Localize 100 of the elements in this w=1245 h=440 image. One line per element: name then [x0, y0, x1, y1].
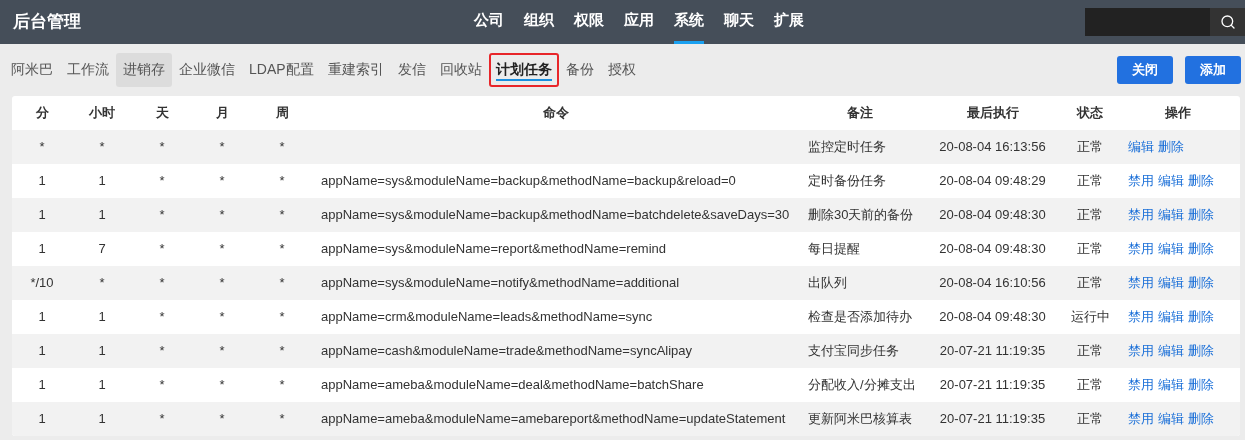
row-action-link[interactable]: 编辑 — [1158, 205, 1184, 225]
table-cell: * — [219, 411, 225, 427]
tab[interactable]: LDAP配置 — [242, 53, 321, 87]
table-cell: * — [279, 411, 285, 427]
table-cell: 20-08-04 09:48:30 — [939, 309, 1046, 325]
column-header: 小时 — [88, 104, 116, 123]
nav-link[interactable]: 系统 — [674, 0, 704, 44]
row-action-link[interactable]: 删除 — [1188, 375, 1214, 395]
table-cell: * — [159, 377, 165, 393]
row-action-link[interactable]: 禁用 — [1128, 409, 1154, 429]
table-cell: * — [279, 207, 285, 223]
table-cell: appName=sys&moduleName=report&methodName=remind — [321, 241, 667, 257]
row-action-link[interactable]: 禁用 — [1128, 307, 1154, 327]
table-cell: 每日提醒 — [808, 241, 860, 257]
table-cell: 正常 — [1077, 411, 1103, 427]
nav-link[interactable]: 组织 — [524, 0, 554, 44]
row-action-link[interactable]: 删除 — [1188, 205, 1214, 225]
table-cell: 正常 — [1077, 377, 1103, 393]
nav-link[interactable]: 权限 — [574, 0, 604, 44]
table-cell: * — [219, 343, 225, 359]
column-header: 周 — [274, 104, 290, 123]
table-cell: * — [159, 309, 165, 325]
table-cell: 1 — [38, 241, 46, 257]
table-cell: 20-08-04 16:10:56 — [939, 275, 1046, 291]
row-action-link[interactable]: 编辑 — [1158, 375, 1184, 395]
nav-link[interactable]: 公司 — [474, 0, 504, 44]
tab[interactable]: 备份 — [558, 53, 601, 87]
row-action-link[interactable]: 禁用 — [1128, 273, 1154, 293]
row-action-link[interactable]: 删除 — [1158, 137, 1184, 157]
table-cell: * — [219, 241, 225, 257]
row-action-link[interactable]: 删除 — [1188, 409, 1214, 429]
search-field[interactable] — [1085, 8, 1210, 36]
table-cell: 20-07-21 11:19:35 — [939, 411, 1046, 427]
nav-link[interactable]: 应用 — [624, 0, 654, 44]
table-cell: 1 — [98, 377, 106, 393]
table-cell: appName=sys&moduleName=notify&methodName=additional — [321, 275, 680, 291]
nav-link[interactable]: 扩展 — [774, 0, 804, 44]
tab[interactable]: 进销存 — [116, 53, 172, 87]
row-action-link[interactable]: 禁用 — [1128, 341, 1154, 361]
table-cell: 1 — [38, 411, 46, 427]
column-header: 操作 — [1163, 104, 1192, 123]
row-action-link[interactable]: 禁用 — [1128, 171, 1154, 191]
table-cell: * — [219, 309, 225, 325]
table-cell: 1 — [98, 207, 106, 223]
table-cell: * — [219, 377, 225, 393]
nav-link[interactable]: 聊天 — [724, 0, 754, 44]
table-cell: * — [279, 275, 285, 291]
row-action-link[interactable]: 删除 — [1188, 273, 1214, 293]
table-cell: 检查是否添加待办 — [808, 309, 912, 325]
row-action-link[interactable]: 禁用 — [1128, 239, 1154, 259]
row-action-link[interactable]: 禁用 — [1128, 375, 1154, 395]
table-cell: 正常 — [1077, 173, 1103, 189]
column-header: 月 — [214, 104, 230, 123]
table-cell: * — [159, 139, 165, 155]
tab[interactable]: 授权 — [600, 53, 643, 87]
tab[interactable]: 企业微信 — [172, 53, 242, 87]
tab[interactable]: 工作流 — [60, 53, 116, 87]
table-cell: 正常 — [1077, 275, 1103, 291]
table-cell: 20-08-04 09:48:29 — [939, 173, 1046, 189]
action-button[interactable]: 添加 — [1185, 56, 1241, 84]
table-cell: * — [99, 139, 105, 155]
row-action-link[interactable]: 编辑 — [1158, 171, 1184, 191]
table-cell: * — [279, 241, 285, 257]
row-action-link[interactable]: 删除 — [1188, 171, 1214, 191]
row-action-link[interactable]: 禁用 — [1128, 205, 1154, 225]
row-action-link[interactable]: 编辑 — [1158, 273, 1184, 293]
app-title: 后台管理 — [13, 11, 81, 34]
tab[interactable]: 阿米巴 — [4, 53, 60, 87]
tab[interactable]: 发信 — [390, 53, 433, 87]
table-cell: * — [39, 139, 45, 155]
tab[interactable]: 重建索引 — [320, 53, 391, 87]
table-cell: appName=sys&moduleName=backup&methodName=batchdelete&saveDays=30 — [321, 207, 790, 223]
action-button[interactable]: 关闭 — [1117, 56, 1173, 84]
table-cell: 监控定时任务 — [808, 139, 886, 155]
table-cell: 20-07-21 11:19:35 — [939, 377, 1046, 393]
table-cell: appName=ameba&moduleName=deal&methodName=batchShare — [321, 377, 704, 393]
row-action-link[interactable]: 编辑 — [1158, 239, 1184, 259]
table-cell: 支付宝同步任务 — [808, 343, 899, 359]
table-cell: * — [159, 207, 165, 223]
row-action-link[interactable]: 删除 — [1188, 239, 1214, 259]
column-header: 命令 — [542, 104, 570, 123]
column-header: 备注 — [846, 104, 874, 123]
row-action-link[interactable]: 编辑 — [1158, 341, 1184, 361]
row-action-link[interactable]: 删除 — [1188, 307, 1214, 327]
table-cell: 正常 — [1077, 241, 1103, 257]
table-cell: * — [99, 275, 105, 291]
row-action-link[interactable]: 编辑 — [1158, 409, 1184, 429]
table-cell: * — [219, 275, 225, 291]
table-cell: appName=sys&moduleName=backup&methodName=backup&reload=0 — [321, 173, 736, 189]
tab[interactable]: 回收站 — [432, 53, 489, 87]
table-cell: 7 — [98, 241, 106, 257]
row-action-link[interactable]: 删除 — [1188, 341, 1214, 361]
row-action-link[interactable]: 编辑 — [1128, 137, 1154, 157]
search-button[interactable] — [1210, 8, 1245, 36]
table-cell: 正常 — [1077, 207, 1103, 223]
table-cell: 正常 — [1077, 139, 1103, 155]
table-cell: 20-08-04 09:48:30 — [939, 207, 1046, 223]
tab[interactable]: 计划任务 — [488, 53, 559, 87]
table-cell: * — [279, 173, 285, 189]
row-action-link[interactable]: 编辑 — [1158, 307, 1184, 327]
